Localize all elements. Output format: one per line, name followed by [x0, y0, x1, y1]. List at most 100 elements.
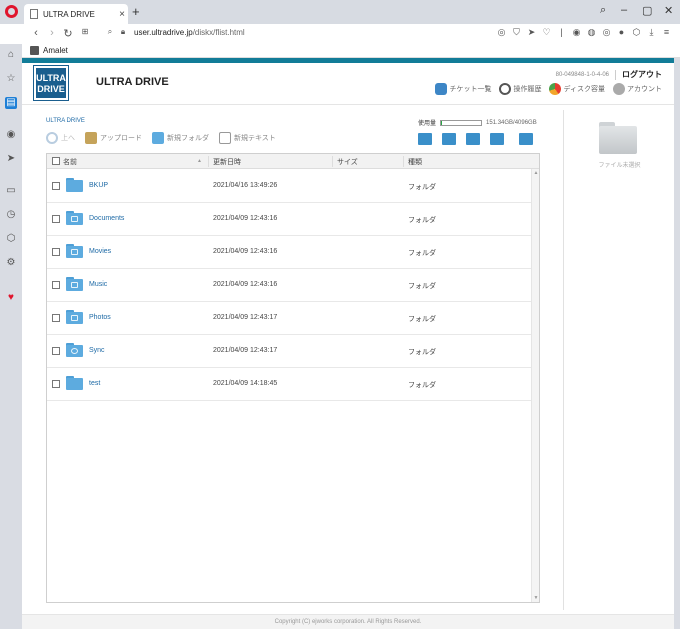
opera-logo-icon[interactable]	[5, 5, 18, 18]
view-document-icon[interactable]	[490, 133, 504, 145]
view-list-icon[interactable]	[418, 133, 432, 145]
table-row[interactable]: BKUP 2021/04/16 13:49:26 フォルダ	[47, 170, 531, 203]
shield-icon[interactable]: ⛉	[511, 27, 522, 38]
row-checkbox[interactable]	[52, 215, 60, 223]
cube-icon[interactable]: ⬡	[631, 27, 642, 38]
account-link[interactable]: アカウント	[613, 83, 662, 95]
extension-2-icon[interactable]: ◍	[586, 27, 597, 38]
cube-icon[interactable]: ⬡	[5, 233, 17, 245]
forward-button[interactable]: ›	[44, 27, 60, 39]
file-date: 2021/04/09 12:43:16	[213, 248, 278, 255]
extension-3-icon[interactable]: ◎	[601, 27, 612, 38]
column-type[interactable]: 種類	[408, 157, 422, 167]
column-date[interactable]: 更新日時	[213, 157, 241, 167]
download-icon[interactable]: ⤓	[646, 27, 657, 38]
gear-icon	[613, 83, 625, 95]
new-folder-button[interactable]: 新規フォルダ	[152, 132, 209, 144]
page-icon[interactable]: ▤	[5, 97, 17, 109]
scroll-down-icon[interactable]: ▼	[532, 595, 540, 601]
file-name[interactable]: Photos	[89, 314, 111, 321]
row-checkbox[interactable]	[52, 380, 60, 388]
select-all-checkbox[interactable]	[52, 157, 60, 165]
file-name[interactable]: Sync	[89, 347, 105, 354]
news-icon[interactable]: ▭	[5, 185, 17, 197]
row-checkbox[interactable]	[52, 248, 60, 256]
extension-4-icon[interactable]: ●	[616, 27, 627, 38]
camera-icon[interactable]: ◎	[496, 27, 507, 38]
view-settings-icon[interactable]	[519, 133, 533, 145]
settings-icon[interactable]: ⚙	[5, 257, 17, 269]
tabs-grid-icon[interactable]: ⊞	[77, 27, 93, 36]
history-icon[interactable]: ◷	[5, 209, 17, 221]
new-tab-button[interactable]: +	[132, 5, 140, 18]
extension-1-icon[interactable]: ◉	[571, 27, 582, 38]
back-button[interactable]: ‹	[28, 27, 44, 39]
browser-tab[interactable]: ULTRA DRIVE ×	[24, 4, 128, 24]
pie-chart-icon	[549, 83, 562, 95]
url-field[interactable]: user.ultradrive.jp/diskx/flist.html	[134, 28, 245, 37]
menu-icon[interactable]: ≡	[661, 27, 672, 38]
column-divider	[332, 156, 333, 167]
user-id: 80-049848-1-0-4-06	[555, 71, 609, 78]
search-tabs-icon[interactable]: ⌕	[600, 4, 606, 17]
heart-icon[interactable]: ♥	[5, 292, 17, 304]
send-icon[interactable]: ➤	[526, 27, 537, 38]
reload-button[interactable]: ↻	[60, 27, 76, 40]
column-name[interactable]: 名前	[63, 157, 77, 167]
table-row[interactable]: Sync 2021/04/09 12:43:17 フォルダ	[47, 335, 531, 368]
minimize-window-button[interactable]: –	[621, 4, 627, 16]
separator-icon: |	[560, 27, 563, 37]
header-divider	[22, 104, 674, 105]
table-row[interactable]: Photos 2021/04/09 12:43:17 フォルダ	[47, 302, 531, 335]
file-name[interactable]: BKUP	[89, 182, 108, 189]
ticket-list-link[interactable]: チケット一覧	[435, 83, 491, 95]
column-size[interactable]: サイズ	[337, 157, 358, 167]
new-folder-label: 新規フォルダ	[167, 135, 209, 142]
no-selection-text: ファイル未選択	[598, 163, 641, 169]
view-photo-icon[interactable]	[442, 133, 456, 145]
home-icon[interactable]: ⌂	[5, 49, 17, 61]
file-name[interactable]: Music	[89, 281, 107, 288]
messenger-icon[interactable]: ◉	[5, 129, 17, 141]
heart-icon[interactable]: ♡	[541, 27, 552, 38]
usage-bar	[440, 119, 483, 126]
table-row[interactable]: Music 2021/04/09 12:43:16 フォルダ	[47, 269, 531, 302]
file-name[interactable]: Movies	[89, 248, 111, 255]
preview-folder-icon	[599, 122, 637, 154]
upload-button[interactable]: アップロード	[85, 132, 142, 144]
file-date: 2021/04/09 14:18:45	[213, 380, 278, 387]
folder-icon	[66, 178, 83, 192]
disk-usage-link[interactable]: ディスク容量	[549, 83, 605, 95]
bookmark-label: Amalet	[43, 46, 68, 55]
page-favicon-icon	[30, 9, 38, 19]
row-checkbox[interactable]	[52, 314, 60, 322]
row-checkbox[interactable]	[52, 182, 60, 190]
photos-folder-icon	[66, 310, 83, 324]
view-music-icon[interactable]	[466, 133, 480, 145]
maximize-window-button[interactable]: ▢	[642, 4, 652, 17]
ultra-drive-logo[interactable]: ULTRA DRIVE	[33, 65, 69, 101]
clock-icon	[499, 83, 512, 95]
usage-label: 使用量	[418, 121, 437, 127]
send-icon[interactable]: ➤	[5, 153, 17, 165]
lock-icon[interactable]: 🔒︎	[115, 27, 131, 37]
history-link[interactable]: 操作履歴	[499, 83, 541, 95]
scroll-up-icon[interactable]: ▲	[532, 170, 540, 176]
up-button[interactable]: 上へ	[46, 132, 75, 144]
bookmark-item[interactable]: Amalet	[30, 46, 68, 55]
file-name[interactable]: test	[89, 380, 100, 387]
close-tab-icon[interactable]: ×	[116, 9, 128, 20]
logout-link[interactable]: ログアウト	[622, 69, 662, 80]
breadcrumb[interactable]: ULTRA DRIVE	[46, 118, 85, 124]
file-name[interactable]: Documents	[89, 215, 124, 222]
scrollbar[interactable]: ▲ ▼	[531, 169, 539, 602]
table-row[interactable]: Movies 2021/04/09 12:43:16 フォルダ	[47, 236, 531, 269]
table-row[interactable]: test 2021/04/09 14:18:45 フォルダ	[47, 368, 531, 401]
row-checkbox[interactable]	[52, 347, 60, 355]
star-icon[interactable]: ☆	[5, 73, 17, 85]
new-text-button[interactable]: 新規テキスト	[219, 132, 276, 144]
row-checkbox[interactable]	[52, 281, 60, 289]
table-row[interactable]: Documents 2021/04/09 12:43:16 フォルダ	[47, 203, 531, 236]
close-window-button[interactable]: ✕	[664, 4, 673, 17]
sort-asc-icon[interactable]: ▲	[197, 158, 202, 164]
